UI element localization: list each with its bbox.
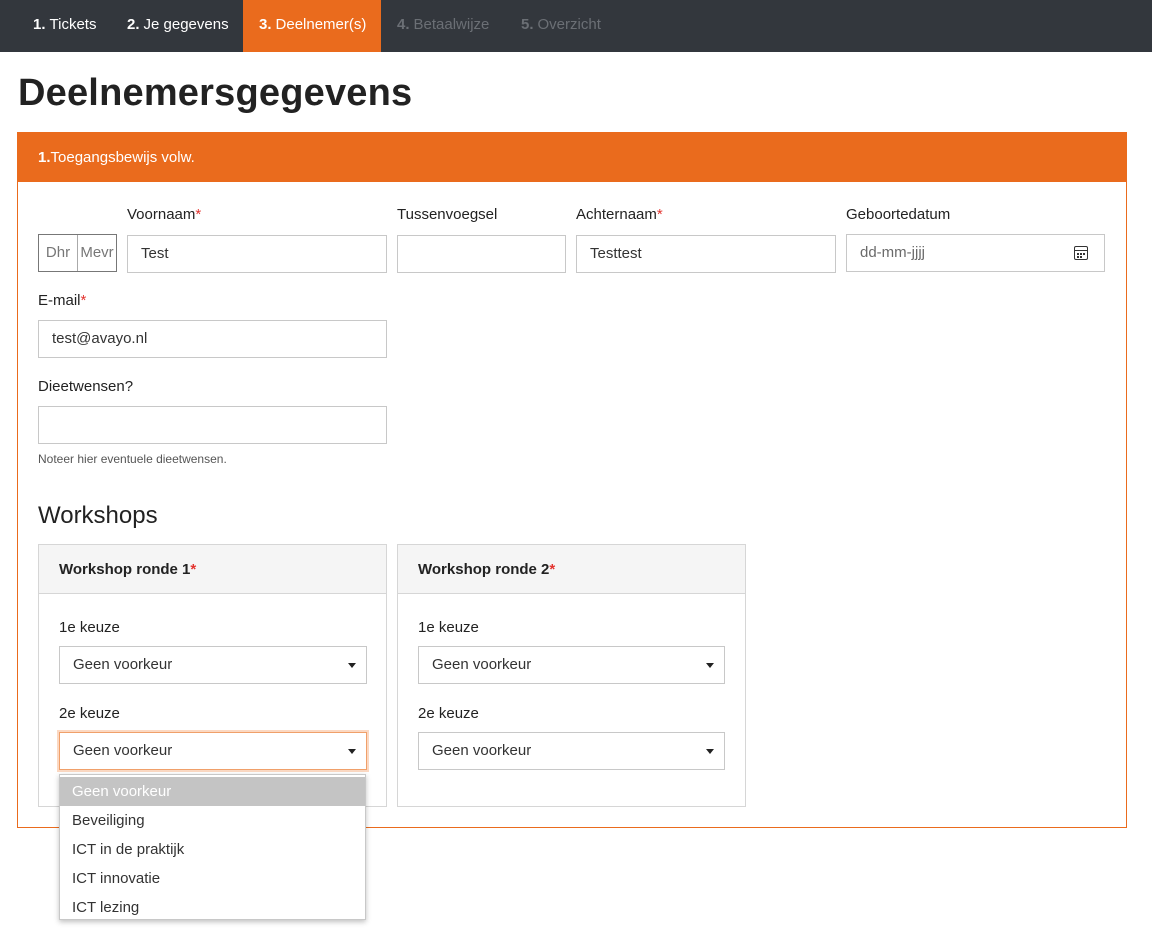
workshop-round-1: Workshop ronde 1* 1e keuze Geen voorkeur… xyxy=(38,544,387,807)
choice2-select[interactable]: Geen voorkeur xyxy=(59,732,367,770)
choice1-select[interactable]: Geen voorkeur xyxy=(418,646,725,684)
required-mark: * xyxy=(80,292,87,309)
tussenvoegsel-label: Tussenvoegsel xyxy=(397,206,498,223)
workshop-round-title: Workshop ronde 1* xyxy=(39,545,386,594)
workshop-round-2: Workshop ronde 2* 1e keuze Geen voorkeur… xyxy=(397,544,746,807)
calendar-icon[interactable] xyxy=(1074,246,1088,260)
step-label: Betaalwijze xyxy=(413,16,490,33)
achternaam-input[interactable]: Testtest xyxy=(576,235,836,273)
choice1-label: 1e keuze xyxy=(418,619,479,636)
dropdown-option[interactable]: Geen voorkeur xyxy=(60,777,365,806)
voornaam-label-text: Voornaam xyxy=(127,206,196,223)
geboortedatum-input[interactable]: dd-mm-jjjj xyxy=(846,234,1105,272)
step-je-gegevens[interactable]: 2. Je gegevens xyxy=(112,0,243,52)
step-number: 2. xyxy=(127,16,140,33)
required-mark: * xyxy=(549,561,556,578)
choice2-select[interactable]: Geen voorkeur xyxy=(418,732,725,770)
step-number: 4. xyxy=(397,16,410,33)
step-betaalwijze: 4. Betaalwijze xyxy=(381,0,505,52)
dieetwensen-help: Noteer hier eventuele dieetwensen. xyxy=(38,452,227,466)
caret-down-icon xyxy=(348,749,356,754)
email-label-text: E-mail xyxy=(38,292,81,309)
caret-down-icon xyxy=(706,663,714,668)
select-value: Geen voorkeur xyxy=(73,656,173,673)
step-tickets[interactable]: 1. Tickets xyxy=(18,0,112,52)
ticket-name: Toegangsbewijs volw. xyxy=(50,149,195,166)
step-number: 3. xyxy=(259,16,272,33)
salutation-dhr[interactable]: Dhr xyxy=(39,235,77,271)
required-mark: * xyxy=(195,206,202,223)
dropdown-option[interactable]: ICT innovatie xyxy=(60,864,365,893)
workshop-round-title-text: Workshop ronde 2 xyxy=(418,561,550,578)
step-overzicht: 5. Overzicht xyxy=(505,0,625,52)
voornaam-label: Voornaam* xyxy=(127,206,201,223)
ticket-header: 1.Toegangsbewijs volw. xyxy=(18,133,1126,182)
dropdown-option[interactable]: ICT in de praktijk xyxy=(60,835,365,864)
page-title: Deelnemersgegevens xyxy=(18,72,413,114)
workshop-round-title: Workshop ronde 2* xyxy=(398,545,745,594)
select-value: Geen voorkeur xyxy=(432,656,532,673)
salutation-mevr[interactable]: Mevr xyxy=(77,235,116,271)
workshop-round-title-text: Workshop ronde 1 xyxy=(59,561,191,578)
ticket-number: 1. xyxy=(38,149,51,166)
required-mark: * xyxy=(190,561,197,578)
email-input[interactable]: test@avayo.nl xyxy=(38,320,387,358)
achternaam-label-text: Achternaam xyxy=(576,206,657,223)
step-label: Overzicht xyxy=(537,16,601,33)
workshop-options-dropdown: Geen voorkeur Beveiliging ICT in de prak… xyxy=(59,774,366,920)
select-value: Geen voorkeur xyxy=(432,742,532,759)
select-value: Geen voorkeur xyxy=(73,742,173,759)
caret-down-icon xyxy=(348,663,356,668)
required-mark: * xyxy=(656,206,663,223)
dropdown-option[interactable]: ICT lezing xyxy=(60,893,365,922)
achternaam-label: Achternaam* xyxy=(576,206,663,223)
dieetwensen-label: Dieetwensen? xyxy=(38,378,134,395)
step-deelnemers[interactable]: 3. Deelnemer(s) xyxy=(243,0,381,52)
workshops-title: Workshops xyxy=(38,502,158,529)
checkout-steps: 1. Tickets 2. Je gegevens 3. Deelnemer(s) 4… xyxy=(0,0,1152,52)
choice2-label: 2e keuze xyxy=(59,705,120,722)
choice2-label: 2e keuze xyxy=(418,705,479,722)
step-label: Tickets xyxy=(49,16,97,33)
caret-down-icon xyxy=(706,749,714,754)
choice1-label: 1e keuze xyxy=(59,619,120,636)
step-label: Je gegevens xyxy=(143,16,229,33)
date-placeholder: dd-mm-jjjj xyxy=(860,244,925,261)
dieetwensen-input[interactable] xyxy=(38,406,387,444)
step-number: 5. xyxy=(521,16,534,33)
dropdown-option[interactable]: Beveiliging xyxy=(60,806,365,835)
voornaam-input[interactable]: Test xyxy=(127,235,387,273)
geboortedatum-label: Geboortedatum xyxy=(846,206,951,223)
tussenvoegsel-input[interactable] xyxy=(397,235,566,273)
salutation-toggle: Dhr Mevr xyxy=(38,234,117,272)
choice1-select[interactable]: Geen voorkeur xyxy=(59,646,367,684)
email-label: E-mail* xyxy=(38,292,86,309)
step-label: Deelnemer(s) xyxy=(275,16,367,33)
step-number: 1. xyxy=(33,16,46,33)
